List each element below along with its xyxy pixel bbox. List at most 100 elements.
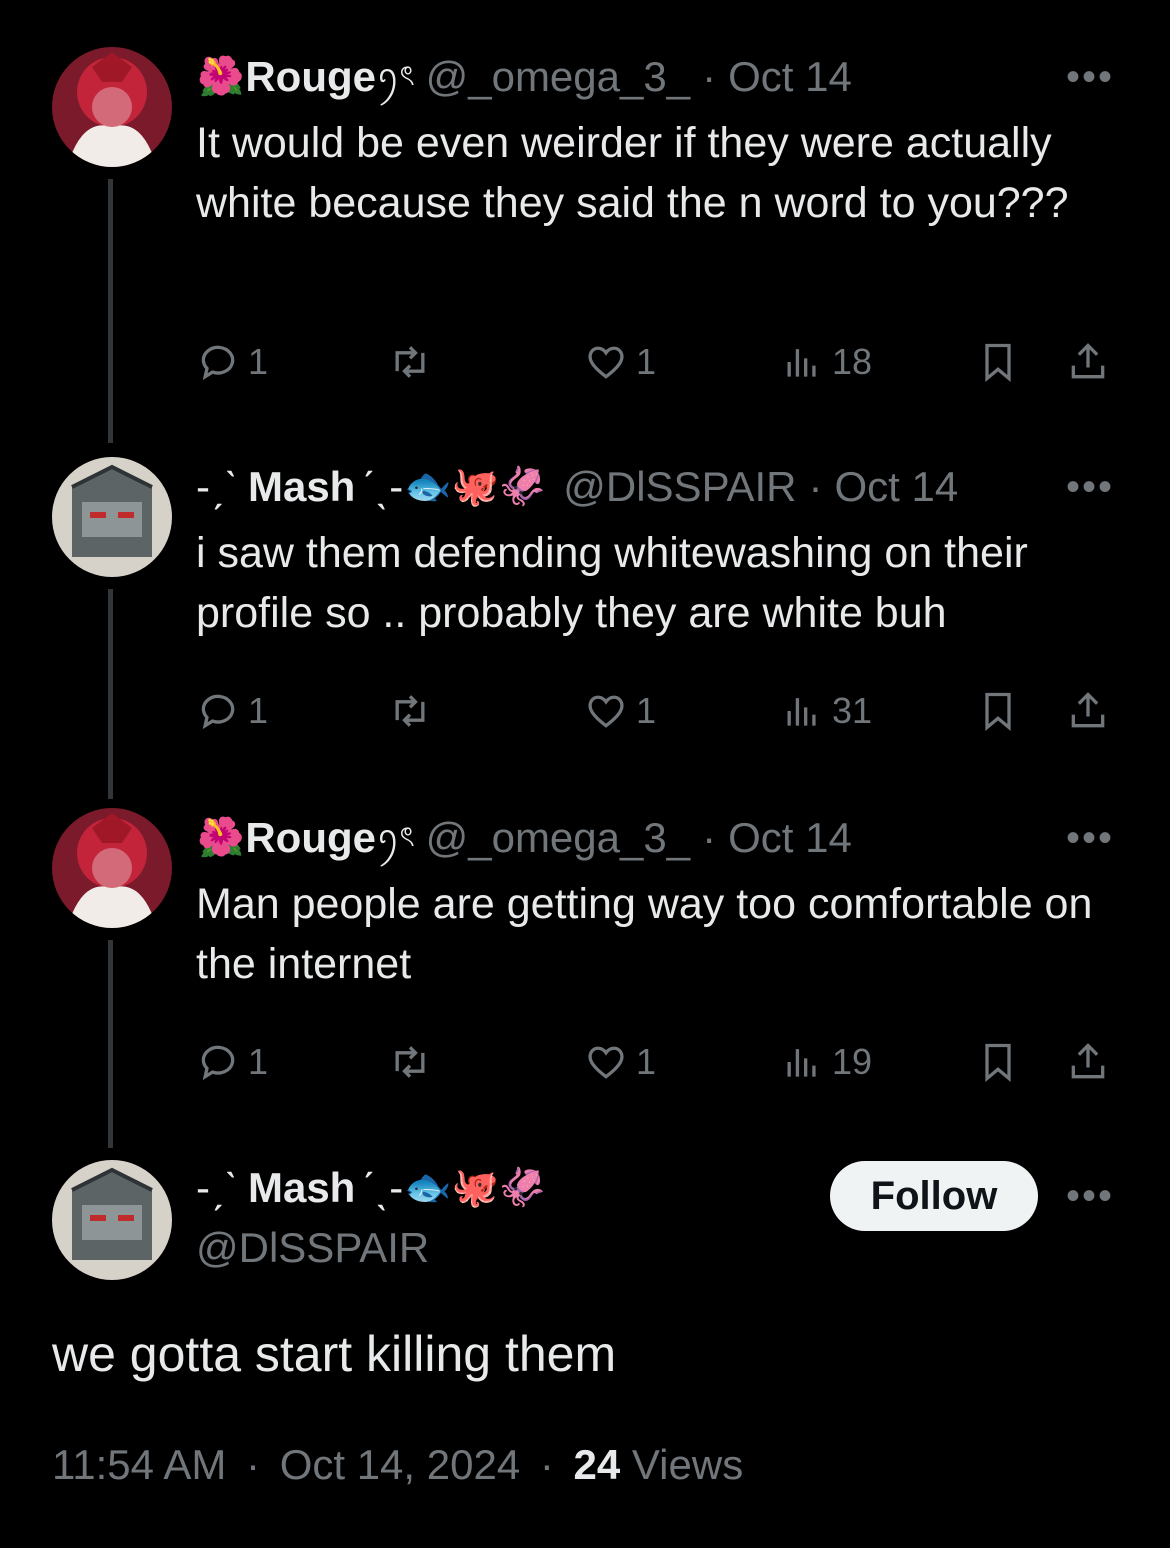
views-count: 19 <box>832 1041 873 1082</box>
flower-emoji: 🌺 <box>197 817 245 859</box>
tweet-text: i saw them defending whitewashing on the… <box>196 529 1028 637</box>
tweet-date[interactable]: Oct 14 <box>835 463 959 511</box>
reply-count: 1 <box>248 1041 269 1082</box>
views-button[interactable]: 31 <box>780 683 872 739</box>
like-count: 1 <box>636 1041 657 1082</box>
share-icon <box>1071 692 1105 728</box>
avatar[interactable] <box>52 457 172 577</box>
bookmark-button[interactable] <box>976 1034 1020 1090</box>
name-decoration: ꪆৎ <box>376 59 415 91</box>
share-icon <box>1071 343 1105 379</box>
avatar[interactable] <box>52 47 172 167</box>
views-count: 31 <box>832 690 873 731</box>
reply-icon <box>201 345 235 381</box>
views-icon <box>787 1049 816 1077</box>
retweet-button[interactable] <box>388 683 432 739</box>
tweet-actions: 1 1 31 <box>196 683 1116 739</box>
handle[interactable]: @DlSSPAIR <box>563 463 796 511</box>
handle[interactable]: @_omega_3_ <box>426 53 691 101</box>
heart-icon <box>588 346 624 379</box>
name-decoration: -ˏˋ <box>196 463 238 510</box>
views-button[interactable]: 19 <box>780 1034 872 1090</box>
reply-count: 1 <box>248 690 269 731</box>
heart-icon <box>588 1046 624 1079</box>
flower-emoji: 🌺 <box>197 56 245 98</box>
views-count: 18 <box>832 341 873 382</box>
main-name-row: -ˏˋ Mash ˊˎ- 🐟🐙🦑 <box>196 1158 547 1218</box>
main-tweet-text: we gotta start killing them <box>52 1326 617 1382</box>
retweet-icon <box>395 346 425 378</box>
display-name[interactable]: Rouge <box>245 53 376 101</box>
bookmark-button[interactable] <box>976 334 1020 390</box>
separator-dot: · <box>702 814 717 861</box>
reply-count: 1 <box>248 341 269 382</box>
like-button[interactable]: 1 <box>584 1034 656 1090</box>
like-button[interactable]: 1 <box>584 683 656 739</box>
display-name[interactable]: Rouge <box>245 814 376 862</box>
share-button[interactable] <box>1066 334 1110 390</box>
like-button[interactable]: 1 <box>584 334 656 390</box>
more-options-icon[interactable]: ••• <box>1066 47 1114 107</box>
main-handle-row: @DlSSPAIR <box>196 1218 429 1278</box>
name-decoration: ꪆৎ <box>376 820 415 852</box>
heart-icon <box>588 695 624 728</box>
retweet-button[interactable] <box>388 334 432 390</box>
tweet-date[interactable]: Oct 14 <box>728 814 852 862</box>
handle[interactable]: @DlSSPAIR <box>196 1224 429 1272</box>
separator-dot: · <box>539 1441 554 1488</box>
tweet-actions: 1 1 19 <box>196 1034 1116 1090</box>
bookmark-icon <box>985 343 1011 383</box>
bookmark-icon <box>985 1043 1011 1083</box>
views-icon <box>787 698 816 726</box>
share-icon <box>1071 1043 1105 1079</box>
views-icon <box>787 349 816 377</box>
follow-button[interactable]: Follow <box>830 1161 1038 1231</box>
share-button[interactable] <box>1066 1034 1110 1090</box>
fish-octopus-squid-emoji: 🐟🐙🦑 <box>404 1167 547 1209</box>
thread-line <box>108 179 113 443</box>
more-options-icon[interactable]: ••• <box>1066 808 1114 868</box>
display-name[interactable]: Mash <box>248 463 355 511</box>
main-avatar[interactable] <box>52 1160 172 1280</box>
name-decoration: ˊˎ- <box>361 1164 404 1211</box>
tweet-header: -ˏˋ Mash ˊˎ- 🐟🐙🦑 @DlSSPAIR · Oct 14 <box>196 457 958 517</box>
display-name[interactable]: Mash <box>248 1164 355 1212</box>
reply-icon <box>201 1045 235 1081</box>
more-options-icon[interactable]: ••• <box>1066 1166 1114 1226</box>
tweet-header: 🌺 Rouge ꪆৎ @_omega_3_ · Oct 14 <box>196 47 852 107</box>
reply-button[interactable]: 1 <box>196 1034 268 1090</box>
bookmark-button[interactable] <box>976 683 1020 739</box>
views-count: 24 <box>573 1441 621 1488</box>
retweet-button[interactable] <box>388 1034 432 1090</box>
reply-button[interactable]: 1 <box>196 334 268 390</box>
views-button[interactable]: 18 <box>780 334 872 390</box>
handle[interactable]: @_omega_3_ <box>426 814 691 862</box>
tweet-text: It would be even weirder if they were ac… <box>196 119 1069 227</box>
name-decoration: ˊˎ- <box>361 463 404 510</box>
views-label: Views <box>631 1441 744 1488</box>
separator-dot: · <box>246 1441 261 1488</box>
retweet-icon <box>395 695 425 727</box>
bookmark-icon <box>985 692 1011 732</box>
share-button[interactable] <box>1066 683 1110 739</box>
fish-octopus-squid-emoji: 🐟🐙🦑 <box>404 466 547 508</box>
tweet-full-date[interactable]: Oct 14, 2024 <box>280 1441 521 1488</box>
retweet-icon <box>395 1046 425 1078</box>
thread-line <box>108 940 113 1148</box>
tweet-header: 🌺 Rouge ꪆৎ @_omega_3_ · Oct 14 <box>196 808 852 868</box>
tweet-text: Man people are getting way too comfortab… <box>196 880 1093 988</box>
separator-dot: · <box>702 53 717 100</box>
separator-dot: · <box>808 463 823 510</box>
reply-button[interactable]: 1 <box>196 683 268 739</box>
reply-icon <box>201 694 235 730</box>
avatar[interactable] <box>52 808 172 928</box>
tweet-date[interactable]: Oct 14 <box>728 53 852 101</box>
thread-line <box>108 589 113 799</box>
tweet-actions: 1 1 18 <box>196 334 1116 390</box>
like-count: 1 <box>636 341 657 382</box>
name-decoration: -ˏˋ <box>196 1164 238 1211</box>
tweet-time[interactable]: 11:54 AM <box>52 1441 226 1488</box>
like-count: 1 <box>636 690 657 731</box>
more-options-icon[interactable]: ••• <box>1066 457 1114 517</box>
tweet-meta: 11:54 AM · Oct 14, 2024 · 24 Views <box>52 1441 743 1489</box>
